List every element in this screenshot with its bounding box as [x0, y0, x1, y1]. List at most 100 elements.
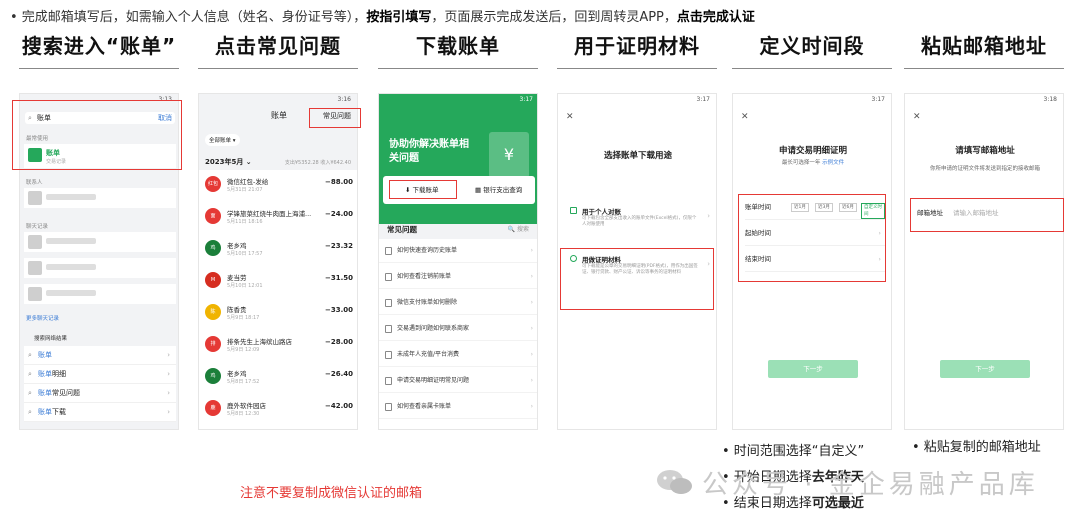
close-icon[interactable]: ✕: [741, 112, 749, 122]
merchant-logo: 排: [205, 336, 221, 352]
faq-item[interactable]: 交易遇到问题如何联系商家 ›: [379, 317, 537, 341]
transaction-list: 红包 微信红包-发给 5月31日 21:07 −88.00 面学锋旅菜红烧牛肉面上海浦.…: [199, 170, 357, 429]
highlight-box: [309, 108, 361, 128]
highlight-box: [910, 198, 1064, 232]
list-item[interactable]: [24, 232, 176, 252]
close-icon[interactable]: ✕: [913, 112, 921, 122]
merchant-logo: 鸡: [205, 240, 221, 256]
merchant-name: 学锋旅菜红烧牛肉面上海浦...: [227, 210, 312, 218]
search-icon: ⌕: [28, 389, 32, 397]
transaction-date: 5月31日 21:07: [227, 187, 263, 193]
status-bar: 3:17: [871, 96, 885, 103]
avatar: [28, 261, 42, 275]
suggestion-item[interactable]: ⌕ 账单常见问题 ›: [24, 384, 176, 403]
chevron-right-icon: ›: [530, 273, 533, 280]
divider: [378, 68, 538, 69]
faq-list: 如何快速查询历史账单 › 如何查看注销前账单 › 微信支付账单如何删除 › 交易遇到问题如何…: [379, 239, 537, 429]
chevron-right-icon: ›: [530, 403, 533, 410]
search-icon: ⌕: [28, 370, 32, 378]
top-instruction: • 完成邮箱填写后，如需输入个人信息（姓名、身份证号等），按指引填写，页面展示完…: [10, 10, 755, 25]
warning-note: 注意不要复制成微信认证的邮箱: [240, 486, 423, 501]
page-title: 选择账单下载用途: [603, 151, 672, 161]
transaction-amount: −42.00: [324, 402, 353, 410]
faq-item[interactable]: 未成年人充值/平台消费 ›: [379, 343, 537, 367]
bill-filter-dropdown[interactable]: 全部账单 ▾: [205, 134, 240, 146]
merchant-logo: 鸡: [205, 368, 221, 384]
chevron-right-icon: ›: [707, 212, 710, 220]
phone-screenshot-bill-help: 3:17 协助你解决账单相关问题 ¥ ⬇ 下载账单 ▦ 银行支出查询 常见问题 …: [378, 93, 538, 430]
status-bar: 3:16: [337, 96, 351, 103]
merchant-logo: 红包: [205, 176, 221, 192]
step-title-2: 点击常见问题: [215, 34, 341, 58]
step-title-4: 用于证明材料: [574, 34, 700, 58]
section-label: 搜索网络结果: [34, 336, 68, 342]
transaction-row[interactable]: 陈陈香贵 5月9日 18:17 −33.00: [199, 298, 357, 327]
watermark-text: 公众号 · 金企易融产品库: [702, 470, 1039, 500]
document-icon: [385, 377, 392, 385]
phone-screenshot-email: 3:18 ✕ 请填写邮箱地址 你所申请的证明文件将发送到指定的接收邮箱 邮箱地址…: [904, 93, 1064, 430]
document-icon: [385, 247, 392, 255]
transaction-row[interactable]: 面学锋旅菜红烧牛肉面上海浦... 5月11日 18:16 −24.00: [199, 202, 357, 231]
chevron-right-icon: ›: [530, 325, 533, 332]
faq-item[interactable]: 申请交易明细证明常见问题 ›: [379, 369, 537, 393]
page-subtitle: 最长可选择一年 示例文件: [781, 160, 845, 166]
close-icon[interactable]: ✕: [566, 112, 574, 122]
divider: [198, 68, 358, 69]
highlight-box: [12, 100, 182, 170]
merchant-name: 陈香贵: [227, 306, 247, 314]
faq-item[interactable]: 如何查看亲属卡账单 ›: [379, 395, 537, 419]
merchant-logo: 鹿: [205, 400, 221, 416]
chevron-right-icon: ›: [530, 377, 533, 384]
more-chats-link[interactable]: 更多聊天记录: [26, 314, 59, 322]
highlight-box: [389, 180, 457, 199]
faq-search[interactable]: 🔍 搜索: [508, 224, 529, 233]
faq-item[interactable]: 如何快速查询历史账单 ›: [379, 239, 537, 263]
transaction-row[interactable]: 鹿鹿外软件园店 5月8日 12:30 −42.00: [199, 394, 357, 423]
next-button[interactable]: 下一步: [940, 360, 1030, 378]
page-title: 请填写邮箱地址: [955, 146, 1015, 156]
merchant-name: 老乡鸡: [227, 370, 247, 378]
transaction-amount: −23.32: [324, 242, 353, 250]
instruction-bullet: • 时间范围选择“自定义”: [722, 444, 865, 459]
month-selector[interactable]: 2023年5月 ⌄: [205, 157, 252, 167]
section-title: 常见问题: [387, 225, 417, 234]
transaction-amount: −88.00: [324, 178, 353, 186]
sample-file-link[interactable]: 示例文件: [822, 160, 844, 166]
help-banner: 3:17 协助你解决账单相关问题 ¥: [379, 94, 537, 224]
transaction-date: 5月9日 18:17: [227, 315, 260, 321]
transaction-row[interactable]: 鸡老乡鸡 5月10日 17:57 −23.32: [199, 234, 357, 263]
merchant-name: 排条先生上海缤山路店: [227, 338, 292, 346]
document-icon: ¥: [489, 132, 529, 178]
step-title-6: 粘贴邮箱地址: [921, 34, 1047, 58]
bank-query-button[interactable]: ▦ 银行支出查询: [475, 184, 522, 194]
transaction-date: 5月8日 12:30: [227, 411, 260, 417]
status-bar: 3:17: [519, 96, 533, 103]
merchant-logo: 面: [205, 208, 221, 224]
transaction-amount: −26.40: [324, 370, 353, 378]
phone-screenshot-bill-list: 3:16 账单 常见问题 全部账单 ▾ 2023年5月 ⌄ 支出¥5352.28…: [198, 93, 358, 430]
suggestion-item[interactable]: ⌕ 账单明细 ›: [24, 365, 176, 384]
document-icon: [385, 403, 392, 411]
chevron-right-icon: ›: [530, 247, 533, 254]
month-summary: 支出¥5352.28 收入¥642.40: [284, 160, 351, 166]
transaction-row[interactable]: 排排条先生上海缤山路店 5月9日 12:09 −28.00: [199, 330, 357, 359]
faq-item[interactable]: 微信支付账单如何删除 ›: [379, 291, 537, 315]
document-icon: [570, 207, 577, 214]
suggestion-item[interactable]: ⌕ 账单下载 ›: [24, 403, 176, 422]
next-button[interactable]: 下一步: [768, 360, 858, 378]
merchant-name: 麦当劳: [227, 274, 247, 282]
transaction-date: 5月11日 18:16: [227, 219, 263, 225]
suggestion-item[interactable]: ⌕ 账单 ›: [24, 346, 176, 365]
faq-item[interactable]: 如何查看注销前账单 ›: [379, 265, 537, 289]
search-icon: ⌕: [28, 351, 32, 359]
list-item[interactable]: [24, 258, 176, 278]
highlight-box: [560, 248, 714, 310]
transaction-row[interactable]: 鸡老乡鸡 5月8日 17:52 −26.40: [199, 362, 357, 391]
search-icon: ⌕: [28, 408, 32, 416]
merchant-name: 老乡鸡: [227, 242, 247, 250]
transaction-row[interactable]: 红包 微信红包-发给 5月31日 21:07 −88.00: [199, 170, 357, 199]
document-icon: [385, 325, 392, 333]
list-item[interactable]: [24, 284, 176, 304]
transaction-row[interactable]: M 麦当劳 5月10日 12:01 −31.50: [199, 266, 357, 295]
list-item[interactable]: [24, 188, 176, 208]
